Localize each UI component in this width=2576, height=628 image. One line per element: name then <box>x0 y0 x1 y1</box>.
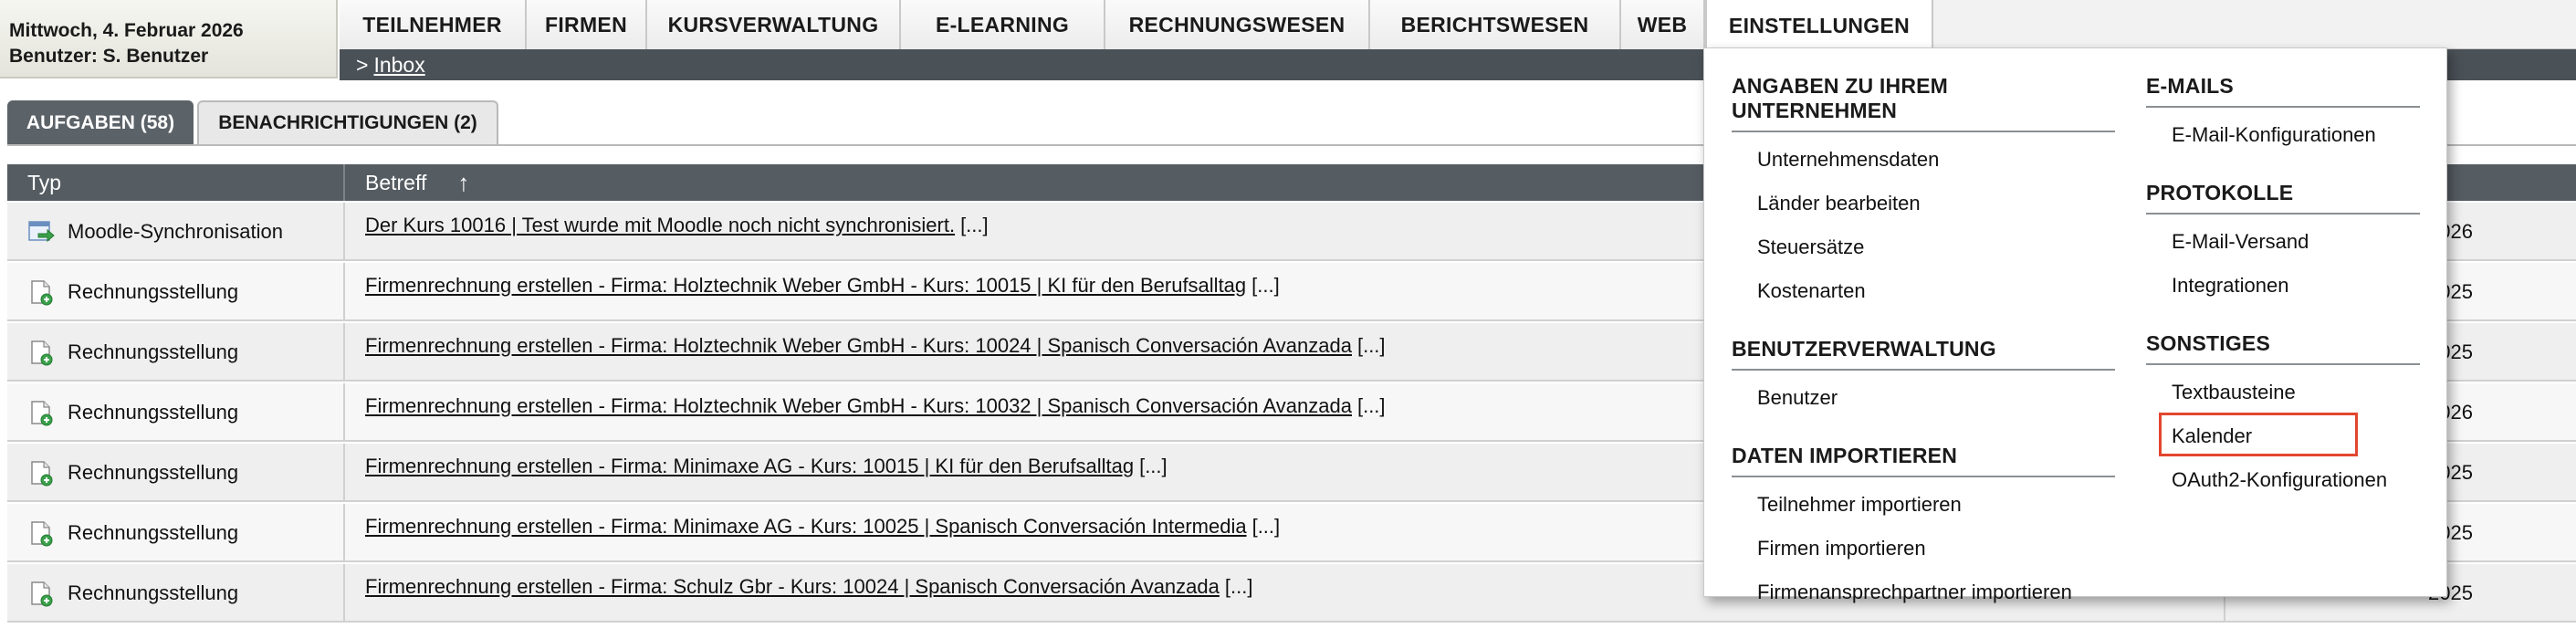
menu-item-steuersaetze[interactable]: Steuersätze <box>1732 225 2115 269</box>
more-indicator: [...] <box>1251 274 1280 297</box>
menu-section-title: DATEN IMPORTIEREN <box>1732 444 2115 477</box>
task-link[interactable]: Firmenrechnung erstellen - Firma: Schulz… <box>365 575 1220 599</box>
menu-section-sonstiges: SONSTIGES Textbausteine Kalender OAuth2-Kon… <box>2146 331 2420 502</box>
menu-section-title: ANGABEN ZU IHREM UNTERNEHMEN <box>1732 74 2115 132</box>
nav-tab-kursverwaltung[interactable]: KURSVERWALTUNG <box>647 0 901 49</box>
menu-item-integrationen[interactable]: Integrationen <box>2146 264 2420 308</box>
sync-icon <box>27 218 55 246</box>
task-link[interactable]: Firmenrechnung erstellen - Firma: Holzte… <box>365 394 1352 418</box>
type-label: Rechnungsstellung <box>68 461 239 484</box>
more-indicator: [...] <box>1251 515 1281 538</box>
menu-item-unternehmensdaten[interactable]: Unternehmensdaten <box>1732 138 2115 182</box>
menu-item-laender-bearbeiten[interactable]: Länder bearbeiten <box>1732 182 2115 225</box>
more-indicator: [...] <box>1356 334 1386 357</box>
type-label: Rechnungsstellung <box>68 401 239 424</box>
task-link[interactable]: Firmenrechnung erstellen - Firma: Holzte… <box>365 274 1246 298</box>
nav-tab-e-learning[interactable]: E-LEARNING <box>901 0 1105 49</box>
cell-typ: Rechnungsstellung <box>7 504 345 562</box>
document-add-icon <box>27 580 55 607</box>
document-add-icon <box>27 459 55 487</box>
cell-typ: Rechnungsstellung <box>7 263 345 321</box>
menu-item-e-mail-versand[interactable]: E-Mail-Versand <box>2146 220 2420 264</box>
task-link[interactable]: Firmenrechnung erstellen - Firma: Minima… <box>365 515 1247 539</box>
cell-typ: Rechnungsstellung <box>7 323 345 382</box>
einstellungen-dropdown-menu: ANGABEN ZU IHREM UNTERNEHMEN Unternehmens… <box>1703 47 2447 603</box>
dropdown-column-right: E-MAILS E-Mail-Konfigurationen PROTOKOLLE E… <box>2146 48 2420 502</box>
type-label: Rechnungsstellung <box>68 280 239 303</box>
more-indicator: [...] <box>1139 455 1168 477</box>
menu-section-title: SONSTIGES <box>2146 331 2420 365</box>
session-info: Mittwoch, 4. Februar 2026 Benutzer: S. B… <box>0 0 338 78</box>
nav-tab-web[interactable]: WEB <box>1621 0 1705 49</box>
menu-item-kalender[interactable]: Kalender <box>2146 413 2420 458</box>
menu-section-e-mails: E-MAILS E-Mail-Konfigurationen <box>2146 74 2420 157</box>
nav-tab-rechnungswesen[interactable]: RECHNUNGSWESEN <box>1105 0 1370 49</box>
main-navigation: TEILNEHMER FIRMEN KURSVERWALTUNG E-LEARN… <box>340 0 2576 51</box>
nav-tab-berichtswesen[interactable]: BERICHTSWESEN <box>1370 0 1621 49</box>
menu-item-kostenarten[interactable]: Kostenarten <box>1732 269 2115 313</box>
current-date: Mittwoch, 4. Februar 2026 <box>9 20 244 41</box>
tab-aufgaben[interactable]: AUFGABEN (58) <box>7 100 194 144</box>
dropdown-column-left: ANGABEN ZU IHREM UNTERNEHMEN Unternehmens… <box>1732 48 2115 614</box>
nav-tab-firmen[interactable]: FIRMEN <box>527 0 647 49</box>
cell-typ: Moodle-Synchronisation <box>7 203 345 261</box>
menu-item-textbausteine[interactable]: Textbausteine <box>2146 371 2420 414</box>
column-header-typ-label: Typ <box>27 170 62 194</box>
more-indicator: [...] <box>1224 575 1253 598</box>
menu-section-daten-importieren: DATEN IMPORTIEREN Teilnehmer importieren F… <box>1732 444 2115 614</box>
cell-typ: Rechnungsstellung <box>7 444 345 502</box>
menu-section-title: PROTOKOLLE <box>2146 181 2420 215</box>
menu-item-firmenansprechpartner-importieren[interactable]: Firmenansprechpartner importieren <box>1732 570 2115 614</box>
document-add-icon <box>27 339 55 366</box>
cell-typ: Rechnungsstellung <box>7 564 345 623</box>
task-link[interactable]: Firmenrechnung erstellen - Firma: Minima… <box>365 455 1134 478</box>
breadcrumb-separator: > <box>356 52 369 77</box>
breadcrumb-link-inbox[interactable]: Inbox <box>373 53 424 78</box>
type-label: Rechnungsstellung <box>68 521 239 544</box>
document-add-icon <box>27 519 55 547</box>
menu-section-angaben-zu-ihrem-unternehmen: ANGABEN ZU IHREM UNTERNEHMEN Unternehmens… <box>1732 74 2115 313</box>
menu-item-e-mail-konfigurationen[interactable]: E-Mail-Konfigurationen <box>2146 113 2420 157</box>
menu-section-title: BENUTZERVERWALTUNG <box>1732 337 2115 371</box>
type-label: Rechnungsstellung <box>68 340 239 363</box>
column-header-betreff-label: Betreff <box>365 170 427 194</box>
menu-item-oauth2-konfigurationen[interactable]: OAuth2-Konfigurationen <box>2146 458 2420 502</box>
task-link[interactable]: Firmenrechnung erstellen - Firma: Holzte… <box>365 334 1352 358</box>
type-label: Rechnungsstellung <box>68 581 239 604</box>
menu-item-benutzer[interactable]: Benutzer <box>1732 376 2115 420</box>
cell-typ: Rechnungsstellung <box>7 383 345 442</box>
nav-tab-teilnehmer[interactable]: TEILNEHMER <box>340 0 527 49</box>
type-label: Moodle-Synchronisation <box>68 220 284 243</box>
document-add-icon <box>27 399 55 426</box>
column-header-typ[interactable]: Typ <box>7 164 345 201</box>
menu-item-firmen-importieren[interactable]: Firmen importieren <box>1732 527 2115 570</box>
menu-section-title: E-MAILS <box>2146 74 2420 108</box>
current-user: Benutzer: S. Benutzer <box>9 46 209 67</box>
more-indicator: [...] <box>960 214 989 236</box>
menu-section-protokolle: PROTOKOLLE E-Mail-Versand Integrationen <box>2146 181 2420 308</box>
menu-section-benutzerverwaltung: BENUTZERVERWALTUNG Benutzer <box>1732 337 2115 420</box>
more-indicator: [...] <box>1356 394 1386 417</box>
task-link[interactable]: Der Kurs 10016 | Test wurde mit Moodle n… <box>365 214 955 237</box>
document-add-icon <box>27 278 55 306</box>
tab-benachrichtigungen[interactable]: BENACHRICHTIGUNGEN (2) <box>197 100 498 144</box>
sort-ascending-icon: ↑ <box>457 168 470 196</box>
menu-item-teilnehmer-importieren[interactable]: Teilnehmer importieren <box>1732 483 2115 527</box>
nav-tab-einstellungen[interactable]: EINSTELLUNGEN <box>1705 0 1933 51</box>
